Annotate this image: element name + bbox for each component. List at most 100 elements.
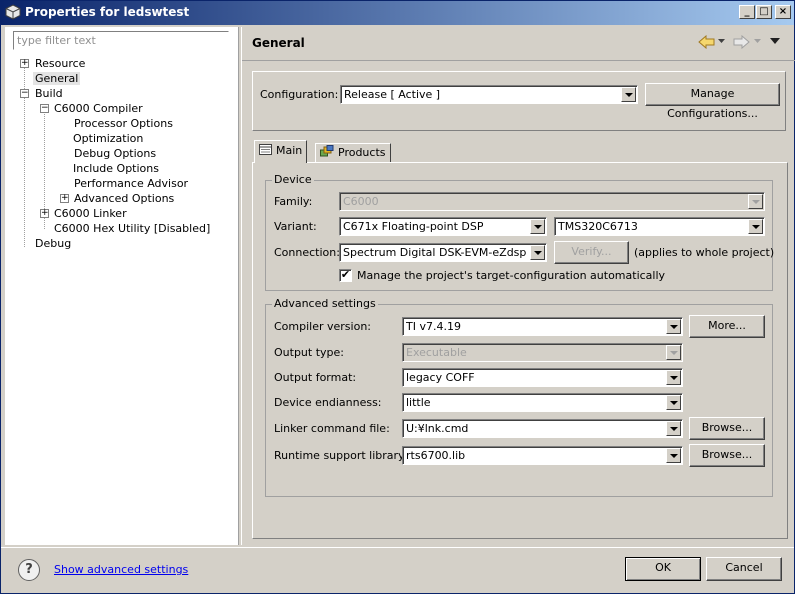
family-select: C6000: [339, 192, 765, 211]
more-button[interactable]: More...: [689, 315, 765, 338]
family-label: Family:: [274, 195, 313, 208]
advanced-settings-group: Advanced settings Compiler version: TI v…: [265, 297, 773, 497]
chevron-down-icon: [748, 219, 763, 234]
configuration-value: Release [ Active ]: [344, 88, 441, 101]
tab-main-label: Main: [276, 144, 303, 157]
linker-cmd-label: Linker command file:: [274, 422, 390, 435]
variant-device-select[interactable]: TMS320C6713: [554, 217, 765, 236]
tree-item-include-options[interactable]: Include Options: [73, 161, 159, 176]
output-type-value: Executable: [406, 346, 467, 359]
verify-button[interactable]: Verify...: [554, 241, 629, 264]
manage-target-config-checkbox[interactable]: ✔: [339, 269, 352, 282]
chevron-down-icon: [666, 370, 681, 385]
dialog-footer: ? Show advanced settings OK Cancel: [1, 547, 794, 593]
connection-value: Spectrum Digital DSK-EVM-eZdsp o: [343, 246, 529, 259]
view-menu-icon[interactable]: [770, 38, 780, 45]
chevron-down-icon: [666, 448, 681, 463]
tree-item-general-label: General: [33, 72, 81, 85]
chevron-down-icon: [621, 87, 636, 102]
output-format-value: legacy COFF: [406, 371, 475, 384]
compiler-version-label: Compiler version:: [274, 320, 372, 333]
variant-family-select[interactable]: C671x Floating-point DSP: [339, 217, 547, 236]
manage-target-config-label: Manage the project's target-configuratio…: [357, 269, 666, 282]
device-group-label: Device: [272, 173, 314, 186]
output-format-label: Output format:: [274, 371, 357, 384]
right-pane: General Configuration: Release [ Active …: [241, 27, 795, 545]
output-format-select[interactable]: legacy COFF: [402, 368, 683, 387]
browse-runtime-button[interactable]: Browse...: [689, 444, 765, 467]
configuration-panel: Configuration: Release [ Active ] Manage…: [252, 71, 786, 131]
maximize-button[interactable]: □: [756, 5, 772, 19]
variant-label: Variant:: [274, 220, 317, 233]
tree-item-processor-options[interactable]: Processor Options: [74, 116, 173, 131]
filter-input[interactable]: [13, 31, 229, 50]
connection-select[interactable]: Spectrum Digital DSK-EVM-eZdsp o: [339, 243, 547, 262]
tree-item-debug-options[interactable]: Debug Options: [74, 146, 156, 161]
advanced-settings-label: Advanced settings: [272, 297, 378, 310]
help-icon[interactable]: ?: [18, 559, 40, 581]
browse-linker-button[interactable]: Browse...: [689, 417, 765, 440]
checkmark-icon: ✔: [340, 268, 351, 281]
close-button[interactable]: ×: [775, 5, 791, 19]
forward-arrow-icon[interactable]: [732, 35, 750, 49]
variant-device-value: TMS320C6713: [558, 220, 638, 233]
back-arrow-icon[interactable]: [698, 35, 716, 49]
chevron-down-icon: [666, 319, 681, 334]
tree-item-debug[interactable]: Debug: [35, 236, 71, 251]
output-type-select: Executable: [402, 343, 683, 362]
tab-main[interactable]: Main: [254, 140, 308, 163]
left-pane: + Resource General − Build − C6000 Compi…: [5, 27, 239, 545]
chevron-down-icon: [530, 245, 545, 260]
output-type-label: Output type:: [274, 346, 344, 359]
expand-resource-icon[interactable]: +: [20, 59, 29, 68]
tree-item-linker[interactable]: C6000 Linker: [54, 206, 127, 221]
chevron-down-icon: [530, 219, 545, 234]
manage-configurations-button[interactable]: Manage Configurations...: [645, 83, 780, 120]
back-history-icon[interactable]: [718, 39, 725, 44]
runtime-lib-value: rts6700.lib: [406, 449, 466, 462]
tree-item-performance-advisor[interactable]: Performance Advisor: [74, 176, 188, 191]
collapse-compiler-icon[interactable]: −: [40, 104, 49, 113]
collapse-build-icon[interactable]: −: [20, 89, 29, 98]
family-value: C6000: [343, 195, 379, 208]
minimize-button[interactable]: _: [739, 5, 755, 19]
title-bar: Properties for ledswtest _ □ ×: [1, 1, 794, 25]
endianness-value: little: [406, 396, 431, 409]
page-header: General: [242, 27, 795, 61]
configuration-label: Configuration:: [260, 88, 339, 101]
expand-advanced-options-icon[interactable]: +: [60, 194, 69, 203]
products-tab-icon: [320, 145, 334, 157]
app-icon: [5, 4, 21, 20]
tree-item-optimization[interactable]: Optimization: [73, 131, 143, 146]
tree-item-hex-utility[interactable]: C6000 Hex Utility [Disabled]: [54, 221, 210, 236]
tree-item-resource[interactable]: Resource: [35, 56, 85, 71]
page-title: General: [252, 36, 305, 50]
linker-cmd-select[interactable]: U:¥lnk.cmd: [402, 419, 683, 438]
properties-window: Properties for ledswtest _ □ × + Resourc…: [0, 0, 795, 594]
endianness-select[interactable]: little: [402, 393, 683, 412]
tab-products-label: Products: [338, 146, 386, 159]
applies-note: (applies to whole project): [634, 246, 775, 259]
ok-button[interactable]: OK: [625, 557, 701, 581]
linker-cmd-value: U:¥lnk.cmd: [406, 422, 469, 435]
device-group: Device Family: C6000 Variant: C671x Floa…: [265, 173, 775, 291]
tab-products[interactable]: Products: [315, 143, 391, 163]
tree-item-general[interactable]: General: [33, 71, 81, 86]
compiler-version-select[interactable]: TI v7.4.19: [402, 317, 683, 336]
connection-label: Connection:: [274, 246, 340, 259]
tree-item-advanced-options[interactable]: Advanced Options: [74, 191, 174, 206]
expand-linker-icon[interactable]: +: [40, 209, 49, 218]
configuration-select[interactable]: Release [ Active ]: [340, 85, 638, 104]
compiler-version-value: TI v7.4.19: [406, 320, 461, 333]
chevron-down-icon: [666, 345, 681, 360]
chevron-down-icon: [748, 194, 763, 209]
runtime-lib-select[interactable]: rts6700.lib: [402, 446, 683, 465]
show-advanced-settings-link[interactable]: Show advanced settings: [54, 563, 188, 576]
cancel-button[interactable]: Cancel: [706, 557, 782, 581]
endianness-label: Device endianness:: [274, 396, 382, 409]
tree-item-build[interactable]: Build: [35, 86, 63, 101]
chevron-down-icon: [666, 395, 681, 410]
forward-history-icon[interactable]: [754, 39, 761, 44]
runtime-lib-label: Runtime support library:: [274, 449, 408, 462]
tree-item-compiler[interactable]: C6000 Compiler: [54, 101, 143, 116]
